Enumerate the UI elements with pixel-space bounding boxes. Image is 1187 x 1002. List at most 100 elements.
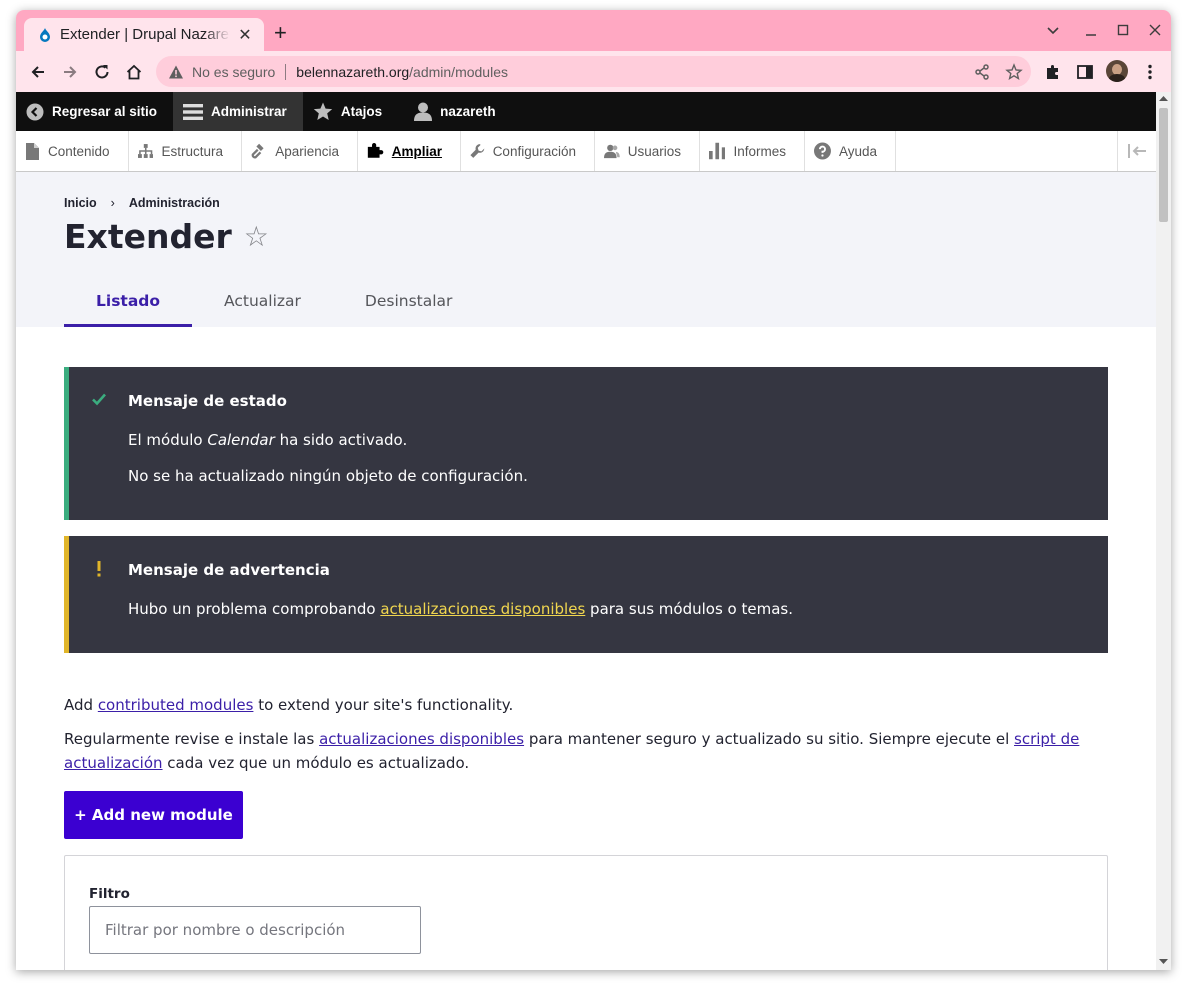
user-icon: [414, 102, 433, 121]
status-line-prefix: El módulo: [128, 431, 208, 449]
checkmark-icon: [92, 393, 106, 406]
intro-p1-suffix: to extend your site's functionality.: [253, 696, 514, 714]
close-window-icon[interactable]: [1148, 23, 1162, 37]
warning-triangle-icon[interactable]: [168, 64, 184, 80]
tray-item-label: Usuarios: [627, 143, 681, 159]
toolbar-back-to-site[interactable]: Regresar al sitio: [16, 92, 173, 131]
breadcrumb-admin-link[interactable]: Administración: [129, 196, 220, 210]
tray-item-configuration[interactable]: Configuración: [461, 131, 595, 171]
puzzle-icon: [367, 143, 384, 158]
tab-title: Extender | Drupal Nazareth: [60, 26, 230, 43]
tray-item-help[interactable]: Ayuda: [805, 131, 896, 171]
breadcrumb-separator: ›: [110, 196, 115, 210]
intro-p1-prefix: Add: [64, 696, 98, 714]
filter-label: Filtro: [89, 886, 130, 902]
drupal-favicon-icon: [40, 27, 50, 42]
tray-item-structure[interactable]: Estructura: [129, 131, 242, 171]
reload-button[interactable]: [90, 60, 114, 84]
toolbar-user[interactable]: nazareth: [398, 92, 512, 131]
home-button[interactable]: [122, 60, 146, 84]
hamburger-menu-icon: [183, 103, 204, 120]
tray-item-label: Ayuda: [838, 143, 877, 159]
profile-avatar[interactable]: [1106, 60, 1128, 82]
reload-icon: [95, 65, 109, 79]
back-button[interactable]: [26, 60, 50, 84]
help-icon: [814, 142, 831, 160]
omnibox-separator: [285, 63, 287, 80]
tray-item-appearance[interactable]: Apariencia: [242, 131, 358, 171]
share-icon[interactable]: [973, 63, 991, 81]
url-text[interactable]: belennazareth.org/admin/modules: [296, 64, 508, 80]
tab-search-chevron-icon[interactable]: [1046, 24, 1060, 38]
minimize-icon[interactable]: [1084, 24, 1098, 38]
page-header: Inicio › Administración Extender ☆ Lista…: [16, 172, 1156, 327]
wrench-icon: [470, 144, 485, 158]
exclamation-icon: [97, 561, 101, 577]
filter-container: Filtro: [64, 855, 1108, 970]
structure-icon: [138, 144, 154, 158]
extensions-puzzle-icon[interactable]: [1044, 63, 1062, 81]
admin-tray: Contenido Estructura Apariencia Ampliar …: [16, 131, 1156, 172]
status-line-suffix: ha sido activado.: [274, 431, 408, 449]
back-arrow-icon: [26, 103, 44, 120]
intro-p2-suffix: cada vez que un módulo es actualizado.: [162, 754, 470, 772]
filter-input[interactable]: [89, 906, 421, 954]
toolbar-item-label: nazareth: [440, 104, 496, 119]
tab-strip: Extender | Drupal Nazareth ✕ +: [16, 10, 1171, 51]
browser-window: Extender | Drupal Nazareth ✕ + No es seg…: [16, 10, 1171, 970]
status-message: Mensaje de estado El módulo Calendar ha …: [64, 367, 1108, 520]
address-bar[interactable]: No es seguro belennazareth.org/admin/mod…: [156, 56, 1031, 87]
tab-list[interactable]: Listado: [64, 275, 193, 327]
contributed-modules-link[interactable]: contributed modules: [98, 696, 254, 714]
not-secure-label[interactable]: No es seguro: [192, 64, 275, 80]
tray-item-extend[interactable]: Ampliar: [358, 131, 461, 171]
tray-item-reports[interactable]: Informes: [700, 131, 805, 171]
new-tab-button[interactable]: +: [274, 22, 287, 44]
side-panel-icon[interactable]: [1076, 63, 1094, 81]
tray-item-label: Ampliar: [391, 143, 442, 159]
breadcrumb-home-link[interactable]: Inicio: [64, 196, 97, 210]
warning-message-title: Mensaje de advertencia: [128, 561, 330, 579]
toolbar-item-label: Administrar: [211, 104, 287, 119]
intro-paragraph-1: Add contributed modules to extend your s…: [64, 693, 1114, 717]
tray-item-label: Informes: [733, 143, 786, 159]
tab-close-icon[interactable]: ✕: [236, 25, 254, 44]
back-arrow-icon: [31, 66, 44, 78]
intro-p2-prefix: Regularmente revise e instale las: [64, 730, 320, 748]
url-path: /admin/modules: [409, 63, 508, 80]
tab-update[interactable]: Actualizar: [192, 275, 333, 327]
tray-item-people[interactable]: Usuarios: [595, 131, 700, 171]
add-new-module-button[interactable]: + Add new module: [64, 791, 243, 839]
tray-item-label: Estructura: [161, 143, 223, 159]
status-message-title: Mensaje de estado: [128, 392, 287, 410]
tab-uninstall[interactable]: Desinstalar: [333, 275, 485, 327]
scroll-thumb[interactable]: [1159, 108, 1168, 222]
file-icon: [26, 142, 39, 160]
tray-item-label: Configuración: [492, 143, 576, 159]
maximize-icon[interactable]: [1116, 23, 1130, 37]
scroll-up-arrow-icon[interactable]: [1159, 95, 1168, 102]
browser-tab[interactable]: Extender | Drupal Nazareth ✕: [24, 18, 264, 51]
available-updates-link-2[interactable]: actualizaciones disponibles: [319, 730, 524, 748]
tray-item-label: Apariencia: [275, 143, 339, 159]
tray-orientation-toggle[interactable]: [1117, 131, 1156, 171]
toolbar-shortcuts[interactable]: Atajos: [303, 92, 398, 131]
page-viewport: Regresar al sitio Administrar Atajos naz…: [16, 92, 1171, 970]
people-icon: [604, 144, 620, 159]
page-scrollbar[interactable]: [1156, 92, 1171, 970]
browser-toolbar: No es seguro belennazareth.org/admin/mod…: [16, 51, 1171, 92]
tray-item-label: Contenido: [48, 143, 110, 159]
bar-chart-icon: [709, 142, 726, 160]
breadcrumb: Inicio › Administración: [64, 196, 220, 210]
available-updates-link[interactable]: actualizaciones disponibles: [380, 600, 585, 618]
browser-menu-icon[interactable]: [1142, 63, 1158, 81]
toolbar-manage[interactable]: Administrar: [173, 92, 303, 131]
favorite-star-icon[interactable]: ☆: [244, 220, 269, 253]
tray-item-content[interactable]: Contenido: [16, 131, 129, 171]
star-icon: [313, 102, 333, 120]
intro-paragraph-2: Regularmente revise e instale las actual…: [64, 727, 1114, 775]
bookmark-star-icon[interactable]: [1005, 63, 1023, 81]
forward-button[interactable]: [58, 60, 82, 84]
home-icon: [126, 64, 142, 80]
scroll-down-arrow-icon[interactable]: [1159, 958, 1168, 965]
